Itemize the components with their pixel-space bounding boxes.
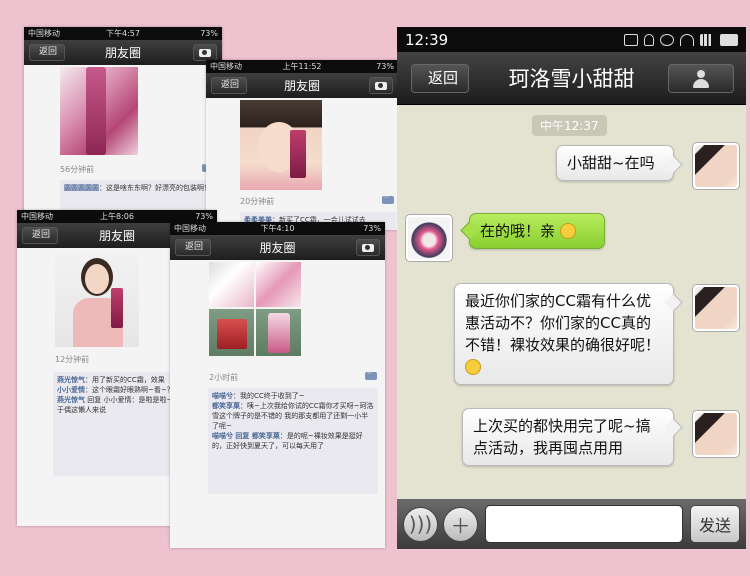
- person-icon: [692, 69, 710, 88]
- message-text: 小甜甜~在吗: [567, 154, 655, 172]
- message-bubble-incoming[interactable]: 在的哦！亲: [469, 213, 605, 249]
- status-time: 上午8:06: [100, 212, 134, 221]
- nav-bar: 返回 朋友圈: [24, 40, 222, 65]
- wifi-icon: [680, 33, 694, 46]
- smiley-icon: [465, 359, 481, 375]
- moments-phone-4: 中国移动 下午4:10 73% 返回 朋友圈 2小时前 喵喵兮：我的CC终于收到…: [170, 222, 385, 548]
- signal-icon: [700, 33, 714, 46]
- message-icon: [624, 33, 638, 46]
- camera-button[interactable]: [369, 77, 393, 94]
- message-input[interactable]: [485, 505, 683, 543]
- message-bubble-outgoing[interactable]: 上次买的都快用完了呢~搞点活动，我再囤点用用: [462, 408, 674, 466]
- comment-author[interactable]: 喵喵兮: [212, 392, 233, 400]
- post-time: 2小时前: [209, 373, 239, 382]
- product-photo-grid-3[interactable]: [209, 309, 254, 356]
- status-time: 12:39: [405, 30, 449, 49]
- selfie-photo[interactable]: [55, 252, 139, 347]
- camera-button[interactable]: [356, 239, 380, 256]
- product-photo[interactable]: [60, 67, 138, 155]
- comment-box: 喵喵兮：我的CC终于收到了~ 都笑享菓：咦~上次我给你试的CC霜你才买呀~珂洛雪…: [208, 388, 378, 494]
- message-text: 在的哦！亲: [480, 222, 556, 240]
- back-button[interactable]: 返回: [29, 44, 66, 61]
- post-time: 56分钟前: [60, 165, 95, 174]
- status-bar: 中国移动 下午4:10 73%: [170, 222, 385, 235]
- chat-screen: 12:39 返回 珂洛雪小甜甜 中午12:37 小甜甜~在吗 在的哦！亲 最近你…: [397, 27, 746, 549]
- profile-button[interactable]: [668, 64, 734, 93]
- comment-row: 都笑享菓：咦~上次我给你试的CC霜你才买呀~珂洛雪这个牌子的是不错的 我的那支都…: [212, 401, 374, 431]
- avatar-self[interactable]: [692, 142, 740, 190]
- camera-icon: [199, 48, 211, 57]
- voice-icon: ))): [408, 512, 433, 536]
- chat-input-bar: ))) ＋ 发送: [397, 499, 746, 549]
- page-title: 朋友圈: [98, 229, 135, 243]
- page-title: 朋友圈: [104, 46, 141, 60]
- status-bar: 中国移动 上午11:52 73%: [206, 60, 398, 73]
- comment-author[interactable]: 燕光惊气: [57, 396, 85, 404]
- product-photo-grid-2[interactable]: [256, 262, 301, 307]
- moments-phone-1: 中国移动 下午4:57 73% 返回 朋友圈 56分钟前 圆圆圆圆圆：这是啥东东…: [24, 27, 222, 215]
- comment-author[interactable]: 小小爱情: [57, 386, 85, 394]
- comment-author[interactable]: 喵喵兮 回复 都笑享菓: [212, 432, 280, 440]
- product-photo-grid-1[interactable]: [209, 262, 254, 307]
- plus-icon: ＋: [450, 513, 471, 538]
- comment-text: ：这个眼霜好眼熟啊~看~？: [85, 386, 174, 394]
- comment-author[interactable]: 燕光惊气: [57, 376, 85, 384]
- message-bubble-outgoing[interactable]: 小甜甜~在吗: [556, 145, 674, 181]
- comment-author[interactable]: 圆圆圆圆圆: [64, 184, 99, 192]
- smiley-icon: [559, 223, 576, 239]
- status-bar: 中国移动 下午4:57 73%: [24, 27, 222, 40]
- comment-row: 喵喵兮 回复 都笑享菓：是的呢~裸妆效果是挺好的，正好快到夏天了，可以每天用了: [212, 431, 374, 451]
- camera-icon: [375, 81, 387, 90]
- page-title: 朋友圈: [259, 241, 296, 255]
- post-time: 20分钟前: [240, 197, 275, 206]
- comment-author[interactable]: 都笑享菓: [212, 402, 240, 410]
- comment-box: 圆圆圆圆圆：这是啥东东啊？好漂亮的包装啊！: [60, 180, 220, 210]
- lock-icon: [644, 33, 654, 46]
- status-bar: 12:39: [397, 27, 746, 52]
- back-button[interactable]: 返回: [22, 227, 59, 244]
- battery-icon: [720, 33, 738, 46]
- camera-button[interactable]: [193, 44, 217, 61]
- status-time: 下午4:10: [260, 224, 295, 233]
- comment-action-icon[interactable]: [365, 369, 377, 380]
- product-photo-grid-4[interactable]: [256, 309, 301, 356]
- status-time: 上午11:52: [282, 62, 322, 71]
- send-button[interactable]: 发送: [690, 505, 740, 543]
- comment-action-icon[interactable]: [382, 193, 394, 204]
- avatar-self[interactable]: [692, 410, 740, 458]
- back-button[interactable]: 返回: [211, 77, 248, 94]
- selfie-photo[interactable]: [240, 100, 322, 190]
- page-title: 朋友圈: [283, 79, 320, 93]
- comment-text: ：用了新买的CC霜，效果: [85, 376, 165, 384]
- comment-row: 喵喵兮：我的CC终于收到了~: [212, 391, 374, 401]
- post-time: 12分钟前: [55, 355, 90, 364]
- comment-text: ：这是啥东东啊？好漂亮的包装啊！: [99, 184, 211, 192]
- status-icons: [624, 33, 738, 46]
- comment-text: ：我的CC终于收到了~: [233, 392, 305, 400]
- chat-title: 珂洛雪小甜甜: [508, 67, 635, 91]
- message-bubble-outgoing[interactable]: 最近你们家的CC霜有什么优惠活动不？你们家的CC真的不错！裸妆效果的确很好呢！: [454, 283, 674, 385]
- message-text: 最近你们家的CC霜有什么优惠活动不？你们家的CC真的不错！裸妆效果的确很好呢！: [465, 292, 661, 354]
- chat-nav-bar: 返回 珂洛雪小甜甜: [397, 52, 746, 105]
- alarm-icon: [660, 33, 674, 46]
- nav-bar: 返回 朋友圈: [206, 73, 398, 98]
- status-time: 下午4:57: [106, 29, 140, 38]
- nav-bar: 返回 朋友圈: [170, 235, 385, 260]
- camera-icon: [362, 243, 374, 252]
- back-button[interactable]: 返回: [175, 239, 212, 256]
- moments-phone-2: 中国移动 上午11:52 73% 返回 朋友圈 20分钟前 柔柔美美：新买了CC…: [206, 60, 398, 230]
- avatar-contact[interactable]: [405, 214, 453, 262]
- chat-timestamp: 中午12:37: [532, 115, 607, 136]
- avatar-self[interactable]: [692, 284, 740, 332]
- message-text: 上次买的都快用完了呢~搞点活动，我再囤点用用: [473, 417, 651, 457]
- back-button[interactable]: 返回: [411, 64, 470, 93]
- voice-button[interactable]: ))): [403, 506, 438, 542]
- plus-button[interactable]: ＋: [443, 506, 478, 542]
